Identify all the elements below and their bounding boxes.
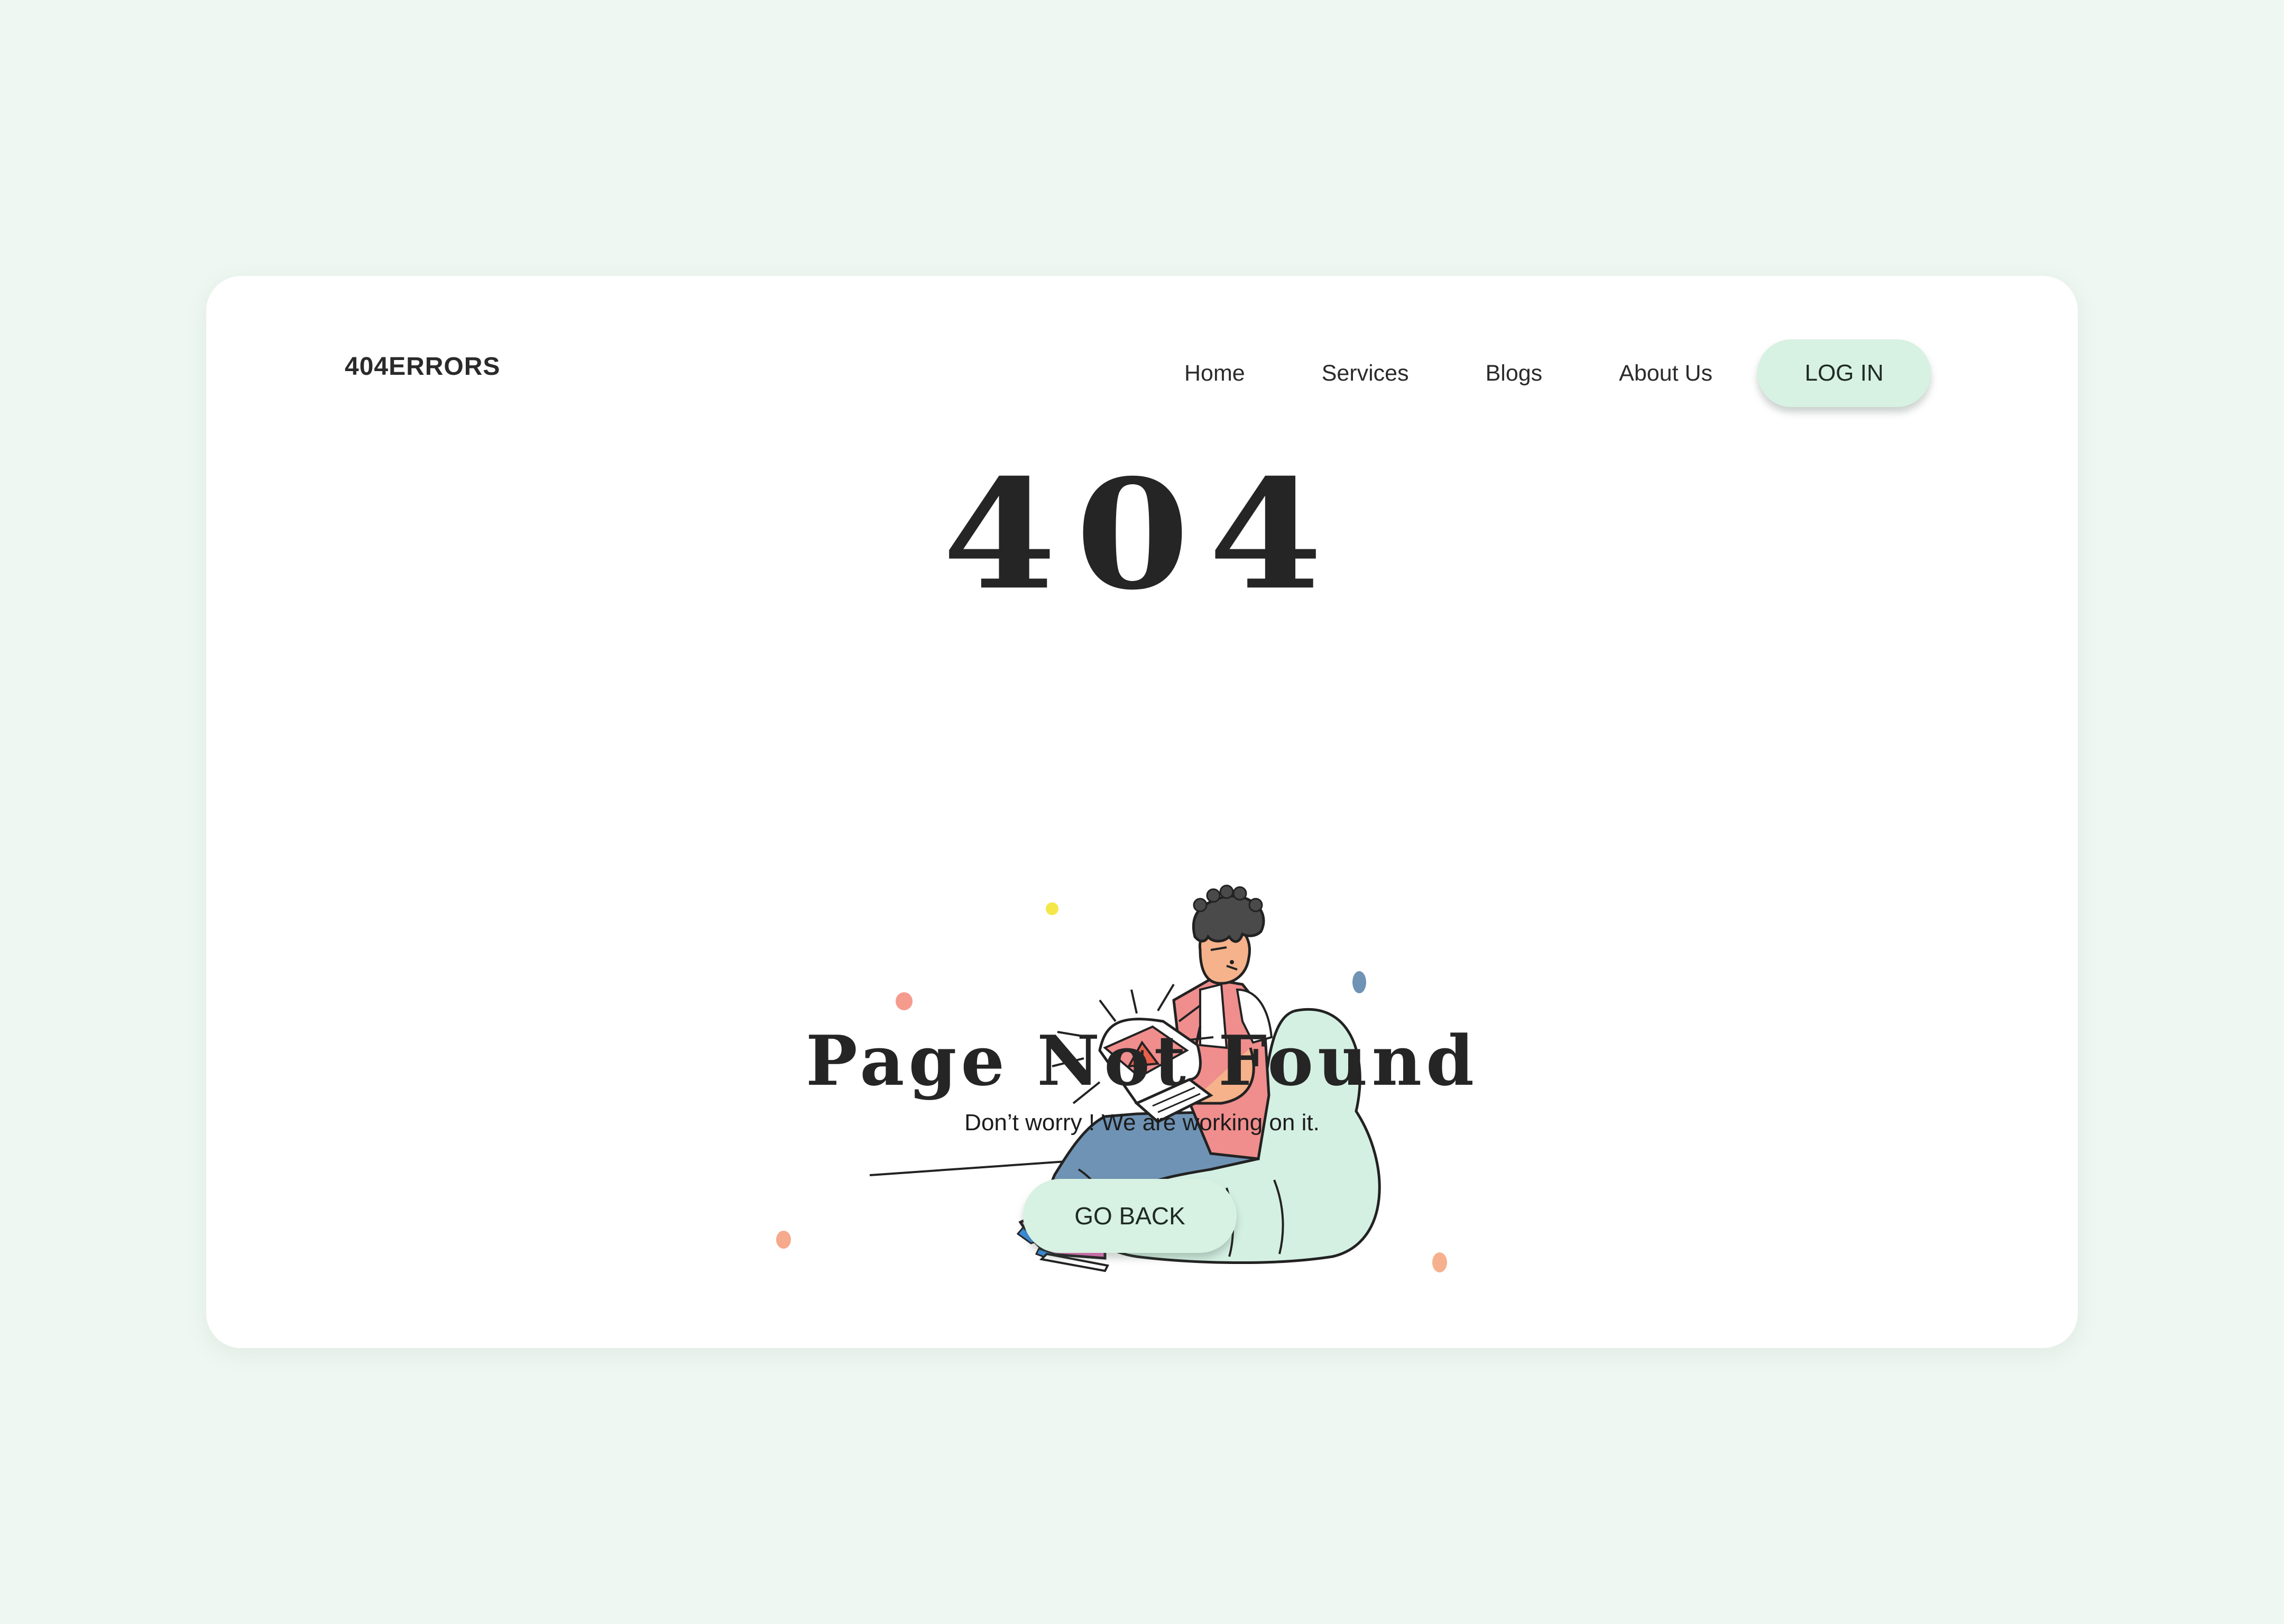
top-nav: Home Services Blogs About Us LOG IN <box>1184 339 1931 407</box>
page-subtitle: Don’t worry ! We are working on it. <box>964 1110 1320 1136</box>
page-title: Page Not Found <box>805 1020 1479 1101</box>
main-card: 404ERRORS Home Services Blogs About Us L… <box>206 276 2078 1348</box>
nav-services[interactable]: Services <box>1322 362 1409 385</box>
confetti-dot <box>776 1231 791 1249</box>
nav-home[interactable]: Home <box>1184 362 1245 385</box>
nav-blogs[interactable]: Blogs <box>1486 362 1543 385</box>
confetti-dot <box>1432 1252 1447 1272</box>
confetti-dot <box>1046 902 1058 915</box>
go-back-button[interactable]: GO BACK <box>1023 1179 1237 1253</box>
brand-logo[interactable]: 404ERRORS <box>345 339 500 394</box>
confetti-dot <box>896 992 913 1010</box>
confetti-dot <box>1352 971 1366 993</box>
nav-about-us[interactable]: About Us <box>1619 362 1712 385</box>
error-code: 404 <box>942 446 1342 624</box>
login-button[interactable]: LOG IN <box>1757 339 1931 407</box>
